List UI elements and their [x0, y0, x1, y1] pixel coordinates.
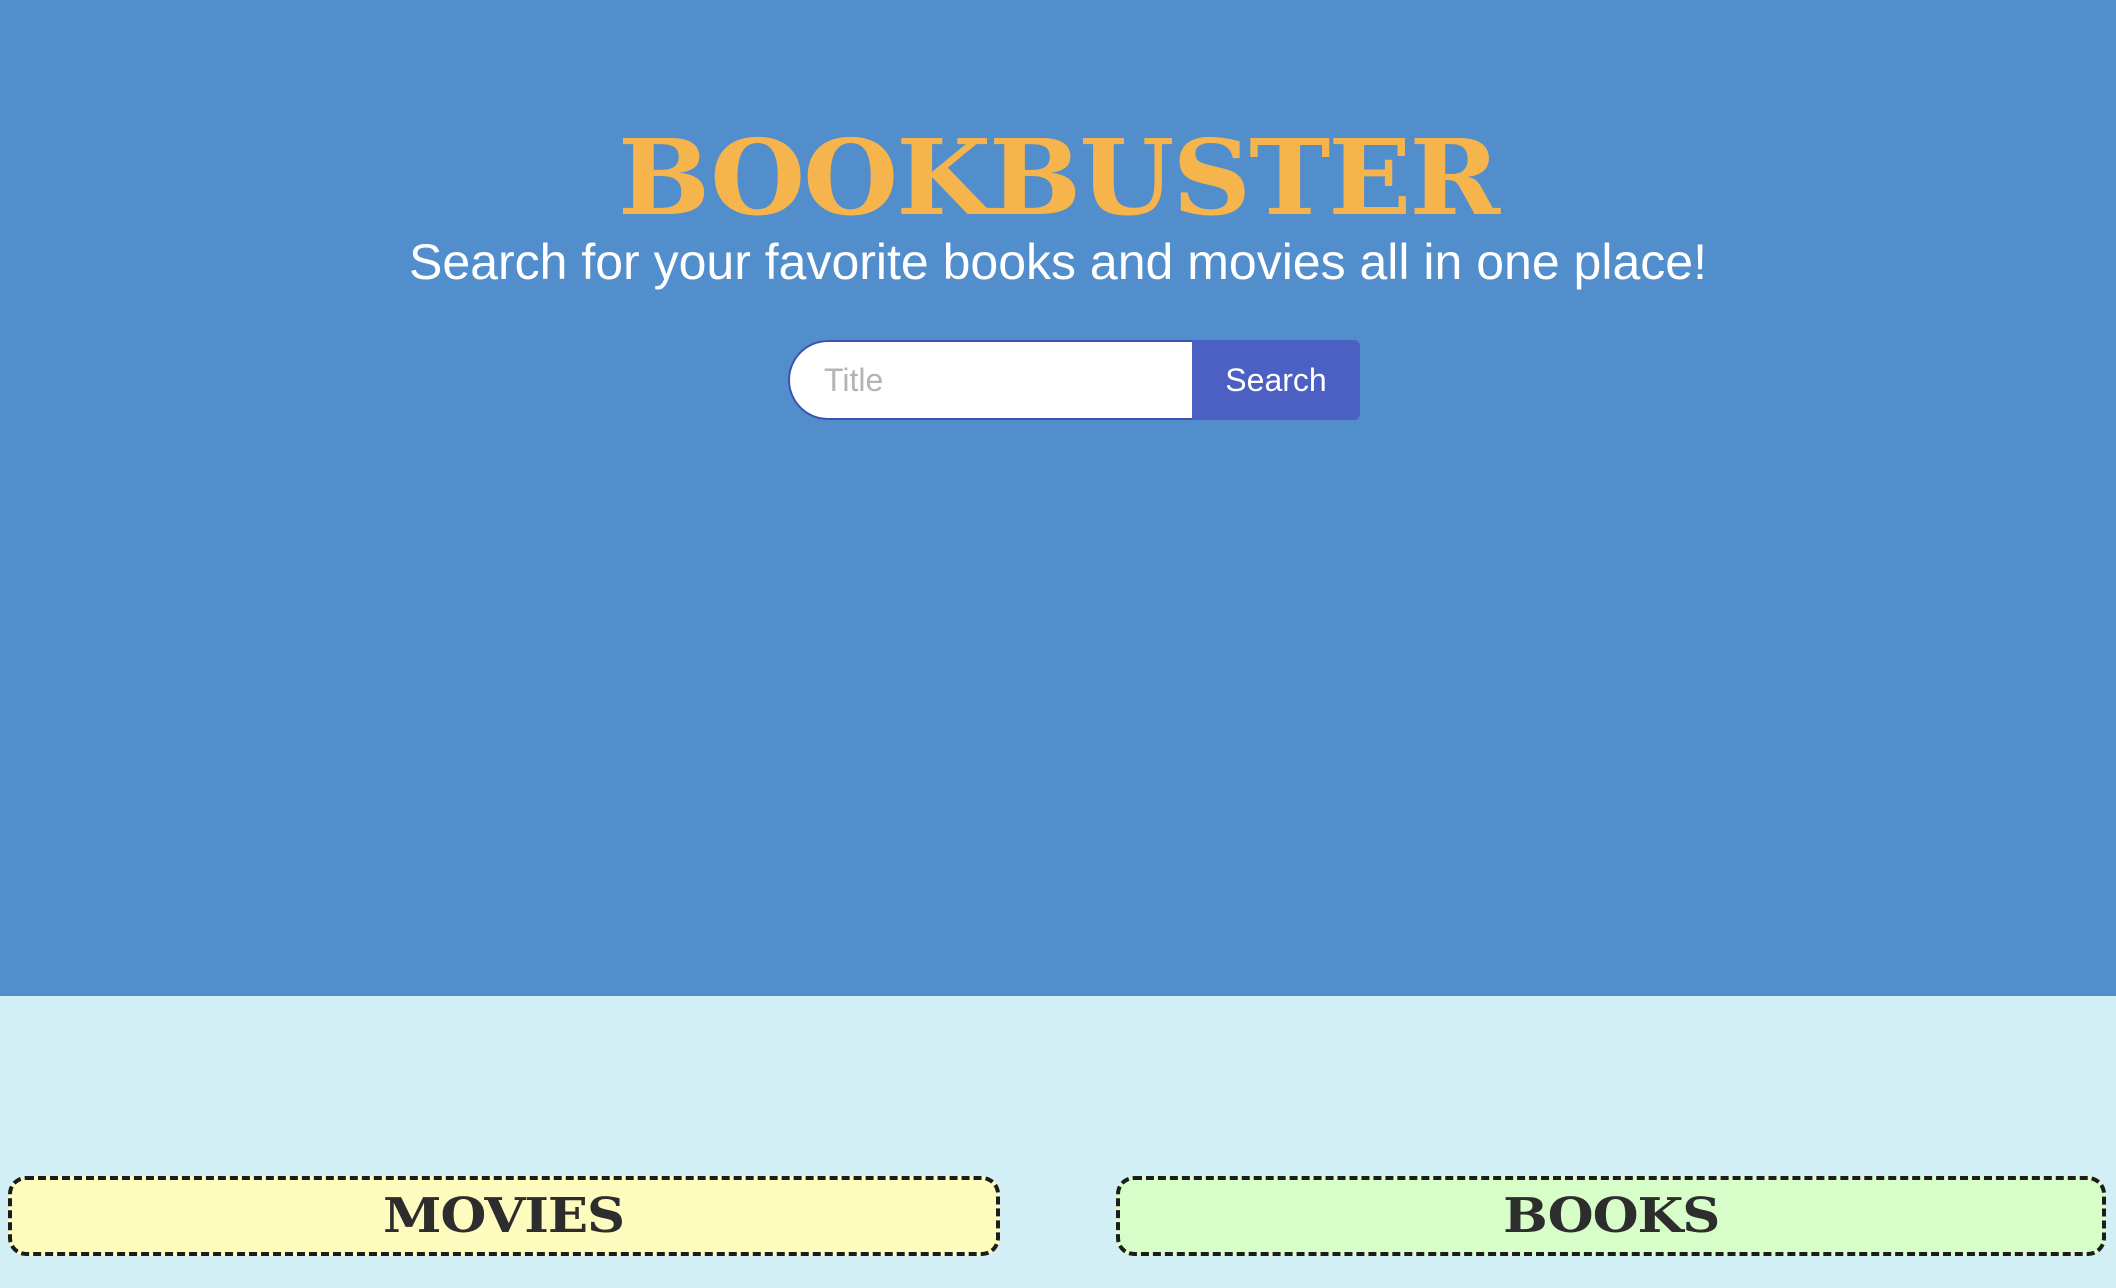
books-label: BOOKS	[1502, 1188, 1720, 1244]
search-input[interactable]	[788, 340, 1192, 420]
search-button[interactable]: Search	[1192, 340, 1360, 420]
movies-label: MOVIES	[383, 1188, 626, 1244]
search-form: Search	[788, 340, 1360, 420]
books-button[interactable]: BOOKS	[1116, 1176, 2106, 1256]
brand-title: BOOKBUSTER	[617, 116, 1500, 239]
hero-section: BOOKBUSTER Search for your favorite book…	[0, 0, 2116, 996]
tagline: Search for your favorite books and movie…	[409, 234, 1707, 290]
movies-button[interactable]: MOVIES	[8, 1176, 1000, 1256]
